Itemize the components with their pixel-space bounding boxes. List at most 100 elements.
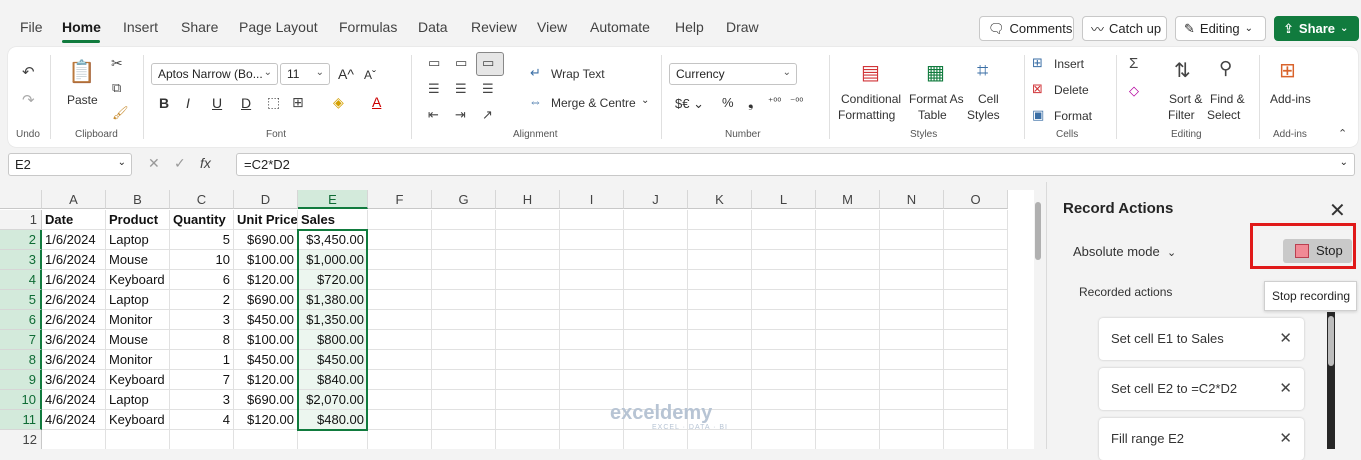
double-underline-button[interactable]: D [241, 95, 251, 111]
cell[interactable] [432, 370, 496, 390]
cell[interactable] [816, 270, 880, 290]
cell[interactable]: $450.00 [234, 350, 298, 370]
cell[interactable] [368, 230, 432, 250]
cell[interactable] [496, 410, 560, 430]
cell[interactable]: 1/6/2024 [42, 230, 106, 250]
cell[interactable] [944, 370, 1008, 390]
cell[interactable] [496, 430, 560, 449]
cell[interactable] [816, 210, 880, 230]
cell[interactable] [752, 390, 816, 410]
cell[interactable] [880, 310, 944, 330]
cell[interactable] [880, 370, 944, 390]
cell[interactable]: $800.00 [298, 330, 368, 350]
column-header-d[interactable]: D [234, 190, 298, 209]
align-center-icon[interactable]: ☰ [455, 81, 467, 97]
redo-icon[interactable]: ↷ [22, 91, 35, 109]
cell[interactable] [816, 330, 880, 350]
decrease-indent-icon[interactable]: ⇤ [428, 107, 439, 123]
menu-page-layout[interactable]: Page Layout [239, 19, 318, 35]
header-cell[interactable]: Sales [298, 210, 368, 230]
column-header-f[interactable]: F [368, 190, 432, 209]
cell[interactable]: $450.00 [234, 310, 298, 330]
cell[interactable] [368, 310, 432, 330]
cell[interactable] [624, 250, 688, 270]
cell[interactable] [880, 430, 944, 449]
cell[interactable]: $690.00 [234, 230, 298, 250]
shrink-font-icon[interactable]: Aˇ [364, 68, 376, 82]
accounting-format-icon[interactable]: $€ ⌄ [675, 96, 704, 112]
menu-automate[interactable]: Automate [590, 19, 650, 35]
row-header-5[interactable]: 5 [0, 290, 42, 310]
cell[interactable] [496, 290, 560, 310]
cell[interactable]: 10 [170, 250, 234, 270]
cell[interactable] [816, 430, 880, 449]
column-header-c[interactable]: C [170, 190, 234, 209]
cell[interactable] [432, 390, 496, 410]
cell[interactable]: Keyboard [106, 370, 170, 390]
cell[interactable] [688, 330, 752, 350]
number-format-dropdown[interactable]: Currency ⌄ [669, 63, 797, 85]
row-header-12[interactable]: 12 [0, 430, 42, 449]
menu-draw[interactable]: Draw [726, 19, 759, 35]
comma-style-icon[interactable]: ❟ [748, 94, 754, 111]
cell[interactable] [752, 310, 816, 330]
name-box[interactable]: E2 ⌄ [8, 153, 132, 176]
row-header-4[interactable]: 4 [0, 270, 42, 290]
font-size-dropdown[interactable]: 11 ⌄ [280, 63, 330, 85]
cell[interactable] [368, 370, 432, 390]
column-header-h[interactable]: H [496, 190, 560, 209]
menu-review[interactable]: Review [471, 19, 517, 35]
cell[interactable] [816, 310, 880, 330]
cell[interactable] [496, 230, 560, 250]
cell-styles-button[interactable]: Cell [978, 92, 999, 106]
cell[interactable]: $840.00 [298, 370, 368, 390]
cell[interactable] [496, 330, 560, 350]
italic-button[interactable]: I [186, 95, 190, 111]
cell[interactable] [688, 230, 752, 250]
row-header-10[interactable]: 10 [0, 390, 42, 410]
cell[interactable] [880, 230, 944, 250]
row-header-8[interactable]: 8 [0, 350, 42, 370]
enter-icon[interactable]: ✓ [174, 155, 186, 172]
cell[interactable]: 6 [170, 270, 234, 290]
clear-icon[interactable]: ◇ [1129, 83, 1139, 99]
catch-up-button[interactable]: 〰 Catch up [1082, 16, 1167, 41]
cell[interactable] [560, 310, 624, 330]
cell[interactable] [816, 370, 880, 390]
align-right-icon[interactable]: ☰ [482, 81, 494, 97]
row-header-3[interactable]: 3 [0, 250, 42, 270]
cell[interactable] [688, 250, 752, 270]
recorded-action[interactable]: Fill range E2 ✕ [1099, 418, 1304, 460]
cell[interactable]: Mouse [106, 330, 170, 350]
cell[interactable]: $1,000.00 [298, 250, 368, 270]
cell[interactable]: Laptop [106, 230, 170, 250]
cell[interactable] [496, 210, 560, 230]
cell[interactable] [880, 250, 944, 270]
border-icon[interactable]: ⬚ [267, 94, 280, 111]
cell[interactable] [944, 230, 1008, 250]
cell[interactable]: 1 [170, 350, 234, 370]
cell[interactable] [432, 270, 496, 290]
menu-share[interactable]: Share [181, 19, 218, 35]
insert-function-icon[interactable]: fx [200, 155, 211, 171]
cell[interactable]: $100.00 [234, 250, 298, 270]
header-cell[interactable]: Quantity [170, 210, 234, 230]
cell[interactable] [944, 210, 1008, 230]
cell[interactable] [688, 370, 752, 390]
menu-home[interactable]: Home [62, 19, 101, 35]
cell[interactable] [368, 270, 432, 290]
cell[interactable] [432, 350, 496, 370]
cell[interactable] [880, 290, 944, 310]
cell[interactable] [432, 330, 496, 350]
cell[interactable] [298, 430, 368, 449]
cell[interactable] [624, 270, 688, 290]
autosum-icon[interactable]: Σ [1129, 55, 1138, 72]
column-header-i[interactable]: I [560, 190, 624, 209]
cell[interactable]: 5 [170, 230, 234, 250]
cell[interactable] [560, 350, 624, 370]
panel-scrollbar[interactable] [1327, 312, 1335, 449]
cell[interactable]: Laptop [106, 290, 170, 310]
cell[interactable] [816, 350, 880, 370]
paste-button[interactable]: Paste [67, 93, 98, 107]
cell[interactable]: 2 [170, 290, 234, 310]
